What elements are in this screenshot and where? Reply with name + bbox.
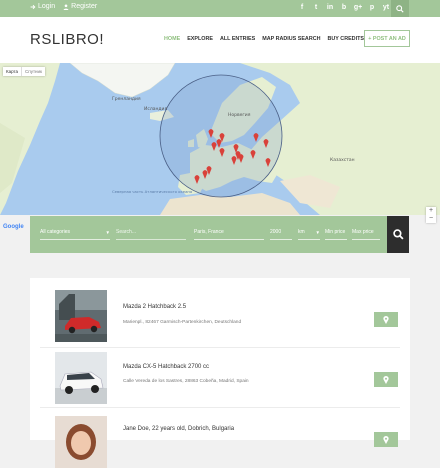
map-view[interactable]: Гренландия Исландия Норвегия Казахстан С…: [0, 63, 440, 215]
listings-panel: Mazda 2 Hatchback 2.5 Marienpl., 82467 G…: [30, 278, 410, 468]
linkedin-icon[interactable]: in: [324, 2, 336, 14]
red-car-image: [55, 290, 107, 342]
listing-title[interactable]: Jane Doe, 22 years old, Dobrich, Bulgari…: [123, 426, 234, 432]
keyword-input[interactable]: Search...: [116, 229, 186, 240]
map-zoom-control: + −: [426, 207, 436, 223]
show-on-map-button[interactable]: [374, 372, 398, 387]
listing-thumbnail[interactable]: [55, 352, 107, 404]
twitter-icon[interactable]: t: [310, 2, 322, 14]
google-plus-icon[interactable]: g+: [352, 2, 364, 14]
zoom-out-button[interactable]: −: [426, 215, 436, 223]
search-icon: [396, 4, 404, 13]
unit-value: km: [298, 229, 305, 235]
category-select[interactable]: All categories ▼: [40, 229, 110, 240]
map-type-map[interactable]: Карта: [3, 67, 21, 76]
listing-thumbnail[interactable]: [55, 416, 107, 468]
nav-map-radius-search[interactable]: MAP RADIUS SEARCH: [262, 36, 320, 42]
top-search-button[interactable]: [391, 0, 409, 17]
top-bar: Login Register f t in b g+ p yt v: [0, 0, 440, 17]
min-price-input[interactable]: Min price: [325, 229, 347, 240]
max-price-input[interactable]: Max price: [352, 229, 380, 240]
google-logo: Google: [3, 224, 24, 230]
list-item[interactable]: Mazda CX-5 Hatchback 2700 cc Calle Vered…: [40, 348, 400, 408]
auth-links: Login Register: [30, 3, 97, 10]
nav-all-entries[interactable]: ALL ENTRIES: [220, 36, 255, 42]
map-type-satellite[interactable]: Спутник: [21, 67, 45, 76]
label-iceland: Исландия: [144, 106, 167, 112]
listing-address: Calle Vereda de los Sastres, 28863 Cobeñ…: [123, 379, 249, 384]
login-icon: [30, 4, 36, 9]
register-link[interactable]: Register: [63, 3, 97, 10]
chevron-down-icon: ▼: [105, 230, 110, 235]
pinterest-icon[interactable]: p: [366, 2, 378, 14]
behance-icon[interactable]: b: [338, 2, 350, 14]
search-bar: All categories ▼ Search... Paris, France…: [30, 216, 387, 253]
white-suv-image: [55, 352, 107, 404]
radius-input[interactable]: 2000: [270, 229, 292, 240]
list-item[interactable]: Mazda 2 Hatchback 2.5 Marienpl., 82467 G…: [40, 282, 400, 348]
label-ocean: Северная часть Атлантического океана: [112, 189, 192, 194]
listing-thumbnail[interactable]: [55, 290, 107, 342]
site-logo[interactable]: RSLIBRO!: [30, 31, 104, 48]
nav-home[interactable]: HOME: [164, 36, 180, 42]
list-item[interactable]: Jane Doe, 22 years old, Dobrich, Bulgari…: [40, 408, 400, 468]
listing-title[interactable]: Mazda 2 Hatchback 2.5: [123, 304, 186, 310]
label-kazakhstan: Казахстан: [330, 157, 355, 163]
main-nav: HOME EXPLORE ALL ENTRIES MAP RADIUS SEAR…: [164, 36, 364, 42]
label-greenland: Гренландия: [112, 96, 141, 102]
map-type-toggle[interactable]: Карта Спутник: [3, 67, 46, 76]
show-on-map-button[interactable]: [374, 312, 398, 327]
listing-title[interactable]: Mazda CX-5 Hatchback 2700 cc: [123, 364, 209, 370]
site-header: RSLIBRO! HOME EXPLORE ALL ENTRIES MAP RA…: [0, 17, 440, 63]
login-label: Login: [38, 3, 56, 10]
woman-portrait-image: [55, 416, 107, 468]
register-label: Register: [71, 3, 98, 10]
nav-explore[interactable]: EXPLORE: [187, 36, 213, 42]
social-links: f t in b g+ p yt v: [296, 2, 406, 14]
login-link[interactable]: Login: [30, 3, 55, 10]
nav-buy-credits[interactable]: BUY CREDITS: [328, 36, 364, 42]
facebook-icon[interactable]: f: [296, 2, 308, 14]
label-norway: Норвегия: [228, 112, 251, 118]
map-pin-icon: [383, 375, 389, 384]
map-canvas[interactable]: Гренландия Исландия Норвегия Казахстан С…: [0, 63, 440, 215]
category-value: All categories: [40, 229, 71, 235]
unit-select[interactable]: km ▼: [298, 229, 320, 240]
listing-address: Marienpl., 82467 Garmisch-Partenkirchen,…: [123, 320, 242, 325]
search-icon: [392, 229, 404, 240]
search-submit-button[interactable]: [387, 216, 409, 253]
chevron-down-icon: ▼: [315, 230, 320, 235]
zoom-in-button[interactable]: +: [426, 207, 436, 215]
post-ad-button[interactable]: + POST AN AD: [364, 30, 410, 47]
map-pin-icon: [383, 315, 389, 324]
location-input[interactable]: Paris, France: [194, 229, 264, 240]
user-icon: [63, 3, 69, 10]
